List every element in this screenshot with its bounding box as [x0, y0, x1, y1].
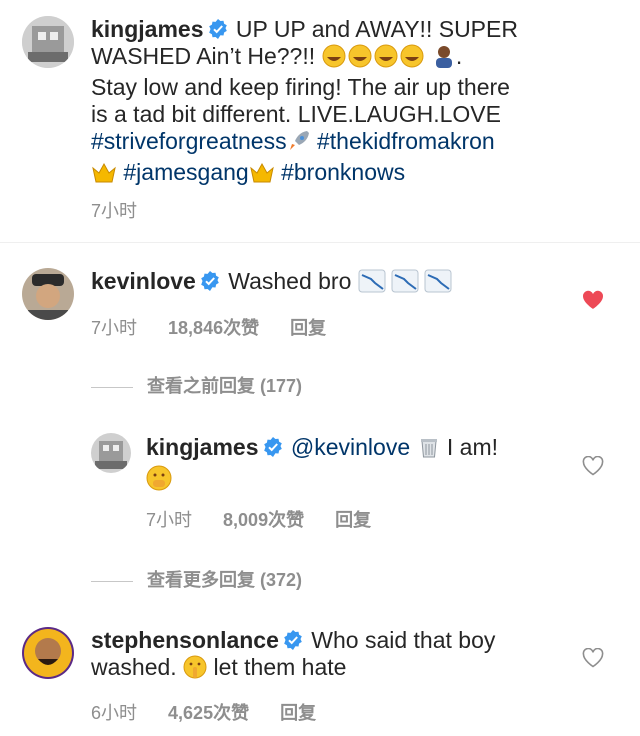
verified-badge-icon [201, 271, 219, 291]
comment-time: 6小时 [91, 703, 138, 723]
comment-likes[interactable]: 18,846次赞 [168, 318, 259, 338]
comment-text-3: let them hate [213, 654, 347, 680]
hashtag-link[interactable]: #jamesgang [123, 159, 248, 185]
avatar-image [22, 627, 74, 679]
avatar-image [22, 268, 74, 320]
comment-avatar-kevinlove[interactable] [22, 268, 74, 320]
comment-username[interactable]: stephensonlance [91, 627, 279, 653]
comment-body: stephensonlance Who said that boy washed… [91, 627, 571, 685]
verified-badge-icon [284, 630, 302, 650]
verified-badge-icon [208, 19, 227, 39]
heart-outline-icon[interactable] [582, 456, 604, 476]
comment-meta: 7小时 18,846次赞 回复 [91, 314, 326, 340]
hashtag-link[interactable]: #bronknows [281, 159, 405, 185]
verified-badge-icon [263, 437, 282, 457]
reply-text: I am! [446, 434, 499, 460]
view-previous-replies[interactable]: 查看之前回复 (177) [91, 372, 302, 398]
comment-meta: 6小时 4,625次赞 回复 [91, 699, 316, 725]
view-more-label: 查看更多回复 (372) [147, 570, 303, 590]
crown-emoji-icon [91, 162, 117, 190]
avatar-image [22, 16, 74, 68]
comment-text: Washed bro [228, 268, 352, 294]
reply-button[interactable]: 回复 [280, 703, 316, 723]
reply-time: 7小时 [146, 510, 193, 530]
reply-likes[interactable]: 8,009次赞 [223, 510, 304, 530]
caption-time: 7小时 [91, 201, 138, 221]
caption-text-2: WASHED Ain’t He??!! [91, 43, 316, 69]
reply-button[interactable]: 回复 [335, 510, 371, 530]
caption-text-4: is a tad bit different. LIVE.LAUGH.LOVE [91, 101, 501, 127]
view-more-replies[interactable]: 查看更多回复 (372) [91, 566, 302, 592]
face-hand-over-mouth-emoji-icon [146, 465, 172, 497]
heart-filled-icon[interactable] [582, 290, 604, 310]
crown-emoji-icon [249, 162, 275, 190]
hashtag-link[interactable]: #striveforgreatness [91, 128, 287, 154]
shushing-face-emoji-icon [183, 655, 207, 685]
mention-link[interactable]: @kevinlove [291, 434, 410, 460]
avatar-image [91, 433, 131, 473]
caption-username[interactable]: kingjames [91, 16, 204, 42]
rocket-emoji-icon [287, 129, 311, 159]
wastebasket-emoji-icon [417, 435, 441, 465]
laughing-emoji-icon [322, 44, 426, 74]
reply-avatar-kingjames[interactable] [91, 433, 131, 473]
comment-username[interactable]: kevinlove [91, 268, 196, 294]
comment-avatar-stephensonlance[interactable] [22, 627, 74, 679]
comment-time: 7小时 [91, 318, 138, 338]
caption-text-1: UP UP and AWAY!! SUPER [235, 16, 518, 42]
divider [0, 242, 640, 243]
chart-decreasing-emoji-icon [358, 269, 454, 299]
comment-body: kevinlove Washed bro [91, 268, 571, 299]
caption-text-3: Stay low and keep firing! The air up the… [91, 74, 510, 100]
comment-text-1: Who said that boy [311, 627, 496, 653]
reply-button[interactable]: 回复 [290, 318, 326, 338]
caption-body: kingjames UP UP and AWAY!! SUPER WASHED … [91, 16, 621, 190]
comment-likes[interactable]: 4,625次赞 [168, 703, 249, 723]
heart-outline-icon[interactable] [582, 648, 604, 668]
reply-username[interactable]: kingjames [146, 434, 259, 460]
view-replies-line [91, 386, 133, 388]
hashtag-link[interactable]: #thekidfromakron [317, 128, 495, 154]
reply-meta: 7小时 8,009次赞 回复 [146, 506, 371, 532]
view-replies-line [91, 580, 133, 582]
reply-body: kingjames @kevinlove I am! [146, 434, 576, 497]
comment-text-2: washed. [91, 654, 177, 680]
caption-avatar[interactable] [22, 16, 74, 68]
person-shrugging-emoji-icon [432, 44, 456, 74]
view-previous-label: 查看之前回复 (177) [147, 376, 303, 396]
